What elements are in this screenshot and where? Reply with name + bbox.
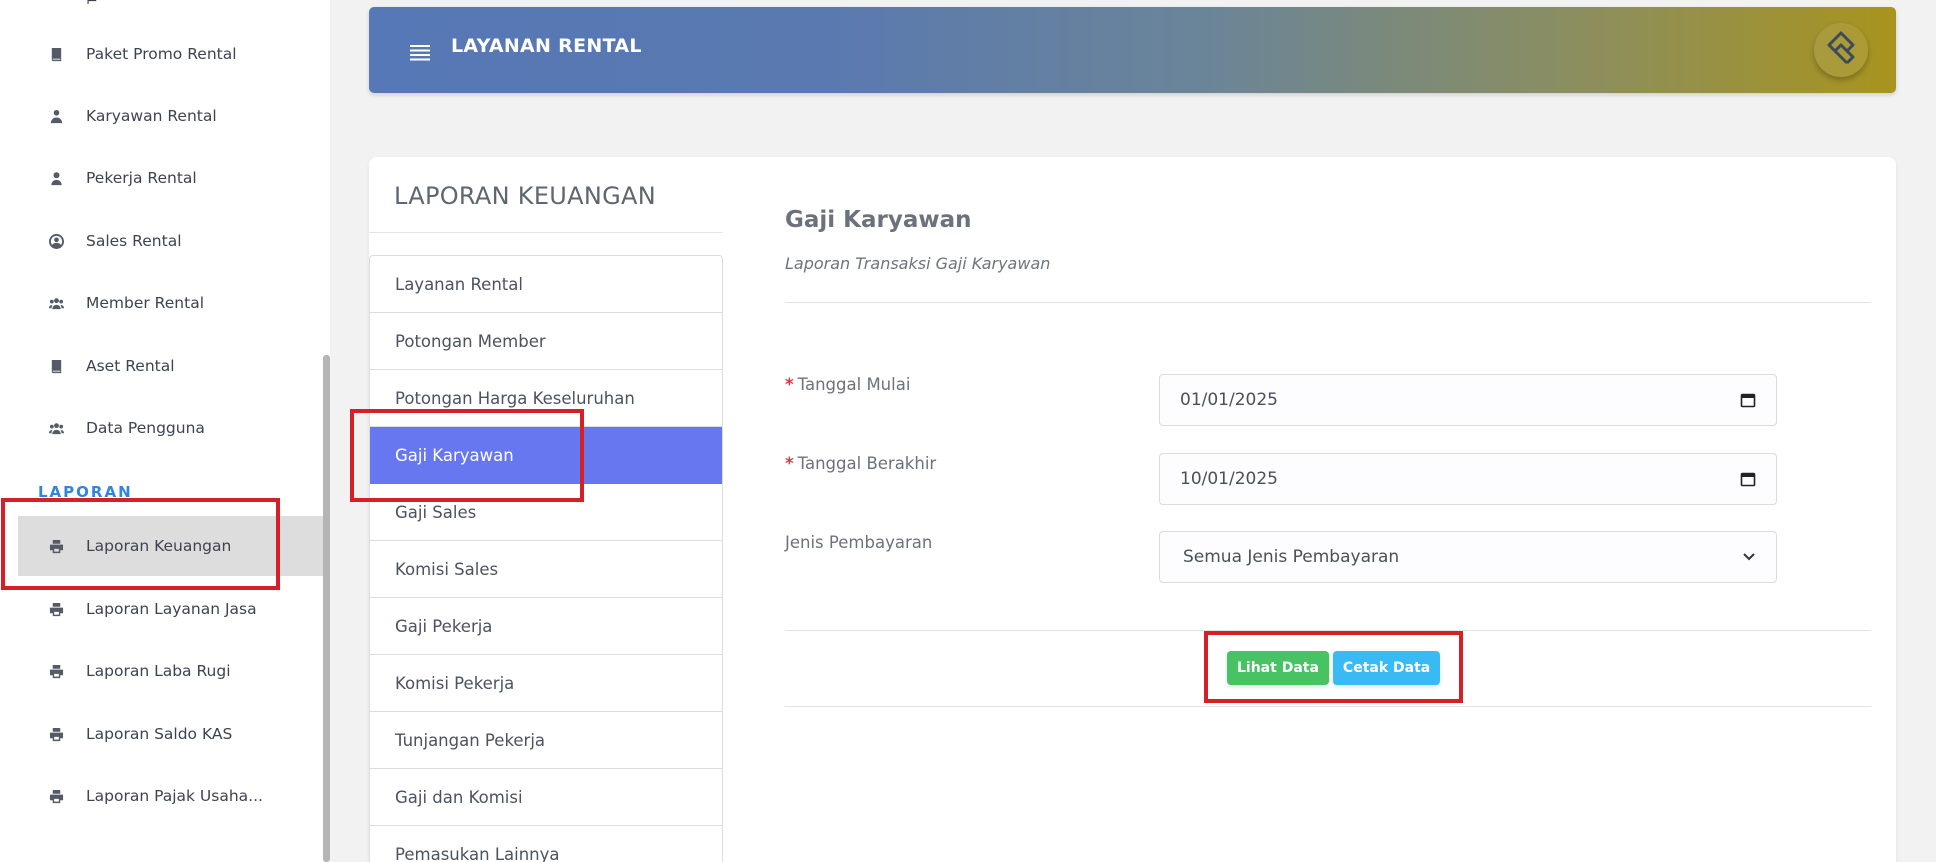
print-icon <box>48 663 64 679</box>
sidebar-item-data-pengguna[interactable]: Data Pengguna <box>18 398 324 458</box>
top-header: LAYANAN RENTAL <box>369 7 1896 93</box>
user-circle-icon <box>48 233 64 249</box>
card-title-divider <box>369 232 723 233</box>
hamburger-icon[interactable] <box>409 43 431 61</box>
report-card: LAPORAN KEUANGAN Layanan Rental Potongan… <box>369 157 1896 862</box>
print-icon <box>48 788 64 804</box>
calendar-icon[interactable] <box>1740 471 1756 487</box>
annotation-box-list <box>350 409 584 502</box>
start-date-value: 01/01/2025 <box>1180 390 1278 410</box>
header-title: LAYANAN RENTAL <box>451 35 642 57</box>
end-date-input[interactable]: 10/01/2025 <box>1159 453 1777 505</box>
sidebar-item-karyawan-rental[interactable]: Karyawan Rental <box>18 86 324 146</box>
report-list: Layanan Rental Potongan Member Potongan … <box>369 255 723 862</box>
start-date-label: * Tanggal Mulai <box>785 375 910 394</box>
start-date-input[interactable]: 01/01/2025 <box>1159 374 1777 426</box>
sidebar-item-pekerja-rental[interactable]: Pekerja Rental <box>18 148 324 208</box>
report-list-item-pemasukan-lainnya[interactable]: Pemasukan Lainnya <box>370 826 722 862</box>
required-mark: * <box>785 454 794 473</box>
report-list-item-potongan-member[interactable]: Potongan Member <box>370 313 722 370</box>
print-icon <box>48 601 64 617</box>
start-date-label-text: Tanggal Mulai <box>797 375 911 394</box>
sidebar-item-label: Laporan Saldo KAS <box>86 725 233 743</box>
end-date-value: 10/01/2025 <box>1180 469 1278 489</box>
form-divider-bottom <box>785 706 1871 707</box>
users-icon <box>48 420 64 436</box>
report-list-item-komisi-pekerja[interactable]: Komisi Pekerja <box>370 655 722 712</box>
sidebar-item-member-rental[interactable]: Member Rental <box>18 273 324 333</box>
form-divider-top <box>785 302 1871 303</box>
form-title: Gaji Karyawan <box>785 207 972 233</box>
annotation-box-buttons <box>1204 631 1463 703</box>
report-list-item-gaji-dan-komisi[interactable]: Gaji dan Komisi <box>370 769 722 826</box>
sidebar-item-label: Laporan Laba Rugi <box>86 662 231 680</box>
sidebar-item-label: Laporan Pajak Usaha... <box>86 787 263 805</box>
payment-type-value: Semua Jenis Pembayaran <box>1183 547 1400 567</box>
sidebar-item-label: Sales Rental <box>86 232 182 250</box>
sidebar-item-laporan-laba-rugi[interactable]: Laporan Laba Rugi <box>18 641 324 701</box>
report-list-item-tunjangan-pekerja[interactable]: Tunjangan Pekerja <box>370 712 722 769</box>
report-list-item-gaji-pekerja[interactable]: Gaji Pekerja <box>370 598 722 655</box>
sidebar-item-laporan-saldo-kas[interactable]: Laporan Saldo KAS <box>18 704 324 764</box>
sidebar-item-label: Member Rental <box>86 294 204 312</box>
required-mark: * <box>785 375 794 394</box>
form-subtitle: Laporan Transaksi Gaji Karyawan <box>785 254 1051 273</box>
payment-type-label: Jenis Pembayaran <box>785 533 933 552</box>
user-icon <box>48 170 64 186</box>
annotation-box-sidebar <box>1 498 280 590</box>
sidebar-item-sales-rental[interactable]: Sales Rental <box>18 211 324 271</box>
report-list-item-komisi-sales[interactable]: Komisi Sales <box>370 541 722 598</box>
sidebar-item-label: Karyawan Rental <box>86 107 217 125</box>
sidebar-cut-item: ⌐ ⁀ <box>86 0 114 10</box>
sidebar: ⌐ ⁀ Paket Promo Rental Karyawan Rental P… <box>0 0 330 862</box>
sidebar-item-paket-promo-rental[interactable]: Paket Promo Rental <box>18 24 324 84</box>
users-icon <box>48 295 64 311</box>
end-date-label: * Tanggal Berakhir <box>785 454 936 473</box>
payment-type-select[interactable]: Semua Jenis Pembayaran <box>1159 531 1777 583</box>
sidebar-item-label: Data Pengguna <box>86 419 205 437</box>
calendar-icon[interactable] <box>1740 392 1756 408</box>
card-title: LAPORAN KEUANGAN <box>394 182 657 210</box>
sidebar-item-label: Aset Rental <box>86 357 175 375</box>
user-tie-icon <box>48 108 64 124</box>
book-icon <box>48 46 64 62</box>
report-list-item-layanan-rental[interactable]: Layanan Rental <box>370 256 722 313</box>
sidebar-item-label: Paket Promo Rental <box>86 45 237 63</box>
sidebar-item-laporan-pajak-usaha[interactable]: Laporan Pajak Usaha... <box>18 766 324 826</box>
end-date-label-text: Tanggal Berakhir <box>797 454 937 473</box>
print-icon <box>48 726 64 742</box>
brand-logo-icon <box>1814 23 1868 77</box>
book-icon <box>48 358 64 374</box>
sidebar-scrollbar[interactable] <box>323 355 330 862</box>
chevron-down-icon <box>1743 553 1755 561</box>
sidebar-item-label: Laporan Layanan Jasa <box>86 600 257 618</box>
sidebar-item-aset-rental[interactable]: Aset Rental <box>18 336 324 396</box>
sidebar-item-label: Pekerja Rental <box>86 169 197 187</box>
